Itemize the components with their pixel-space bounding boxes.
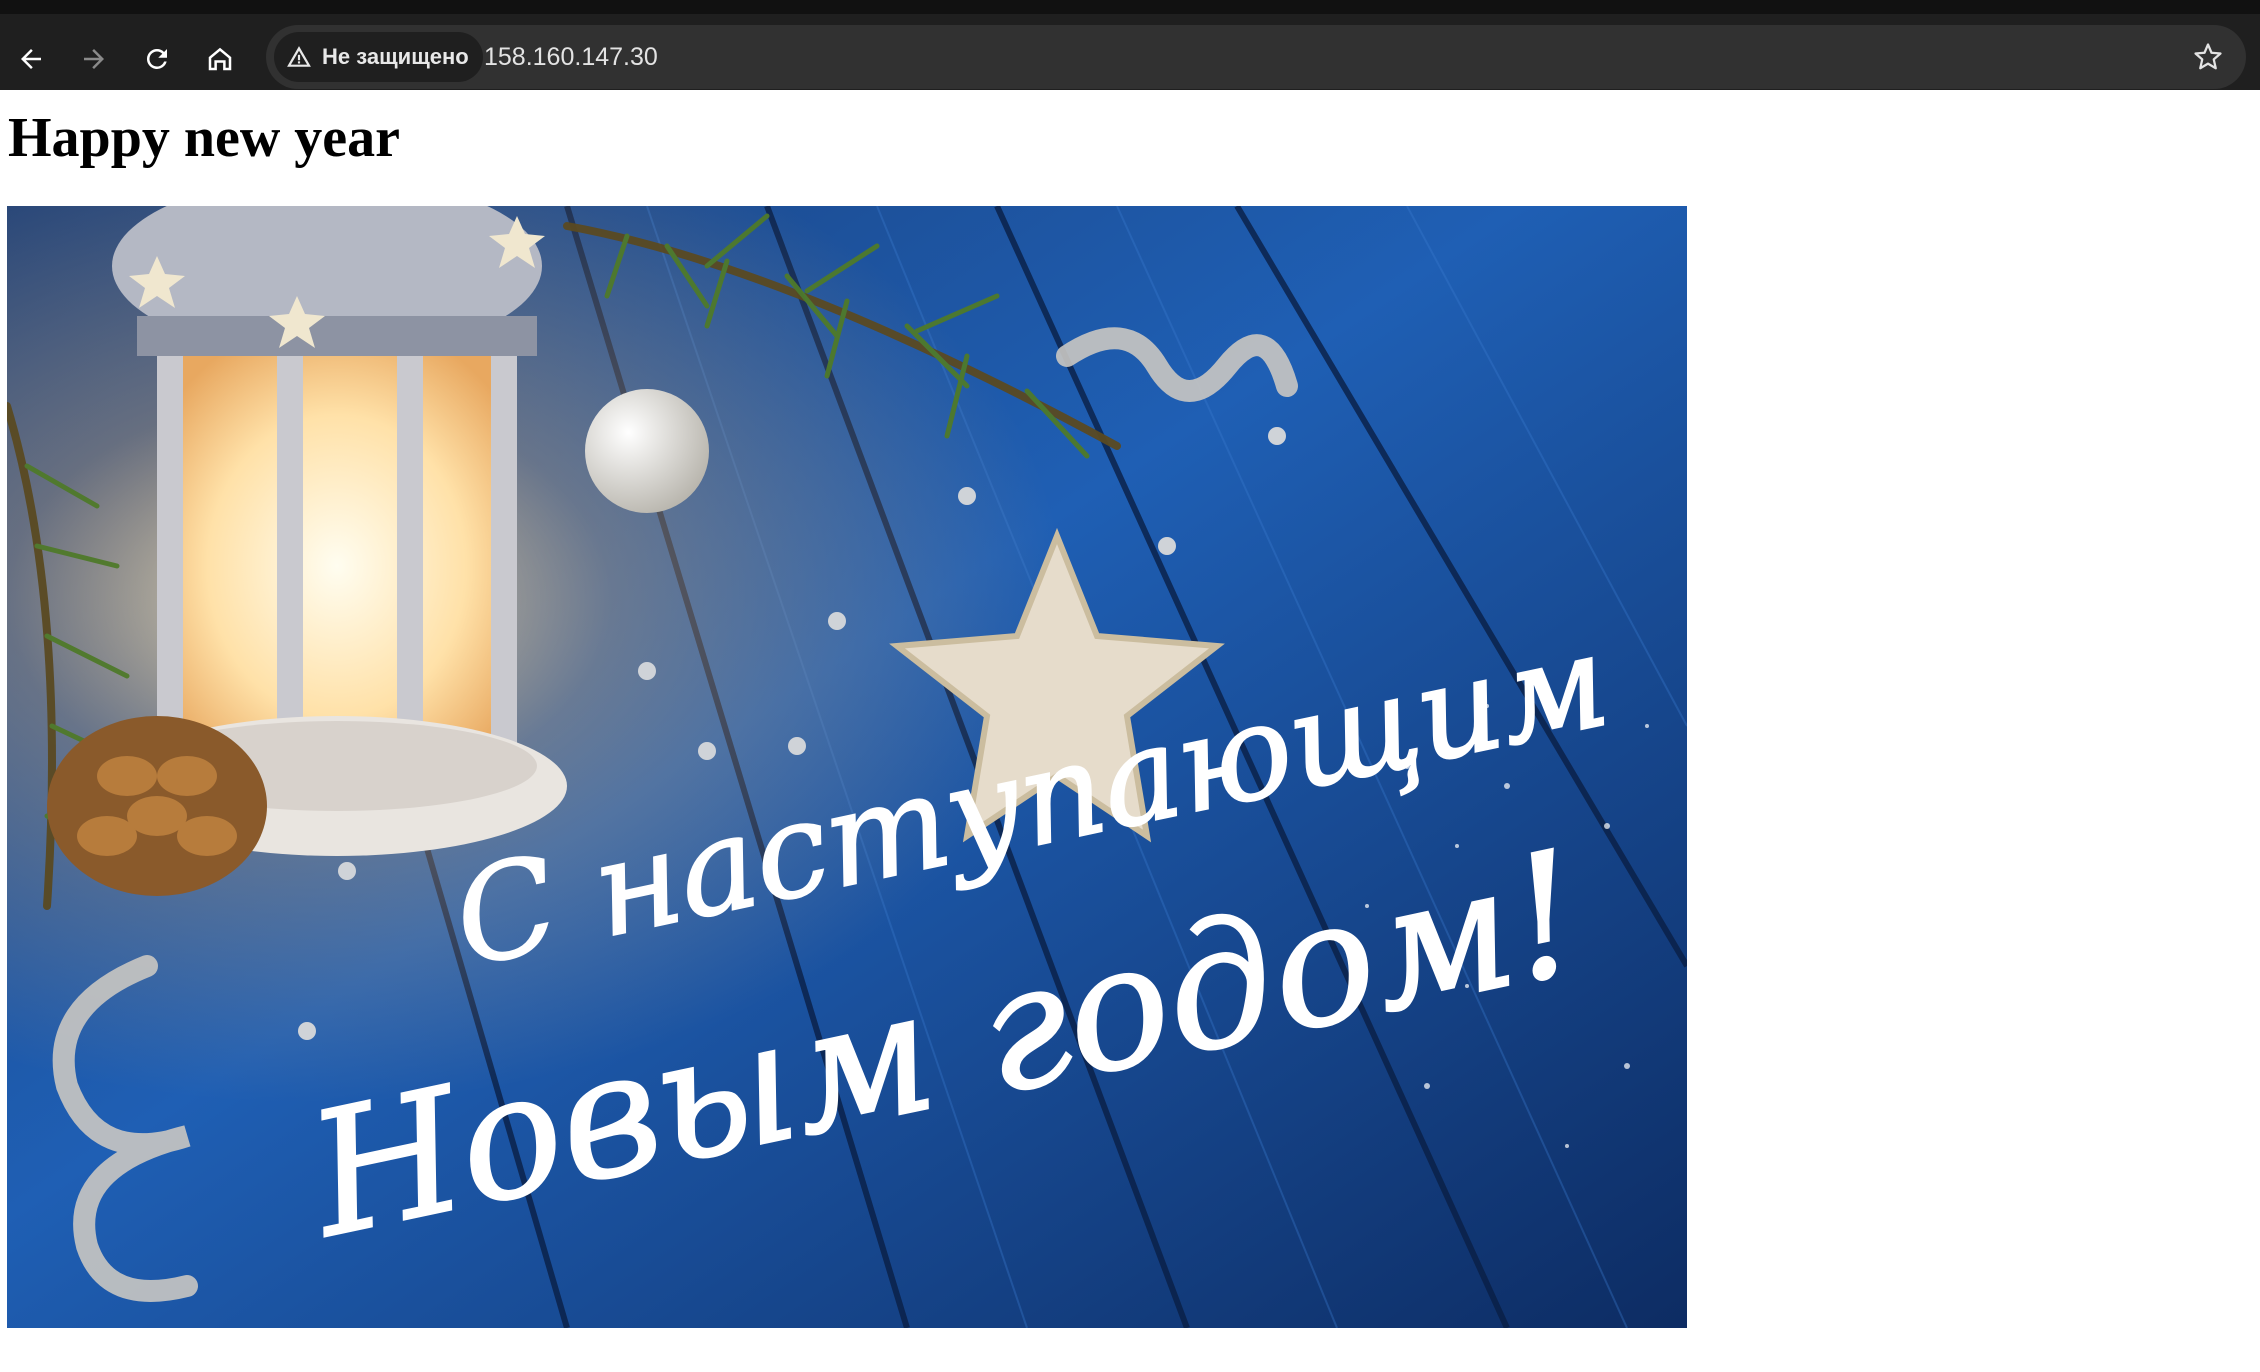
browser-toolbar: Не защищено 158.160.147.30 — [0, 0, 2260, 90]
arrow-left-icon — [21, 49, 41, 69]
bookmark-button[interactable] — [2184, 33, 2232, 81]
new-year-greeting-image: С наступающим Новым годом! — [7, 206, 1687, 1328]
url-text[interactable]: 158.160.147.30 — [484, 25, 658, 89]
forward-button[interactable] — [66, 31, 122, 87]
arrow-right-icon — [84, 49, 104, 69]
reload-icon — [146, 48, 167, 69]
home-icon — [208, 47, 232, 71]
warning-triangle-icon — [287, 46, 311, 67]
home-button[interactable] — [192, 31, 248, 87]
reload-button[interactable] — [129, 31, 185, 87]
security-indicator[interactable]: Не защищено — [274, 32, 483, 82]
address-bar[interactable]: Не защищено 158.160.147.30 — [266, 25, 2246, 89]
page-heading: Happy new year — [8, 107, 400, 169]
star-outline-icon — [2194, 43, 2222, 70]
security-label: Не защищено — [322, 44, 469, 69]
back-button[interactable] — [3, 31, 59, 87]
